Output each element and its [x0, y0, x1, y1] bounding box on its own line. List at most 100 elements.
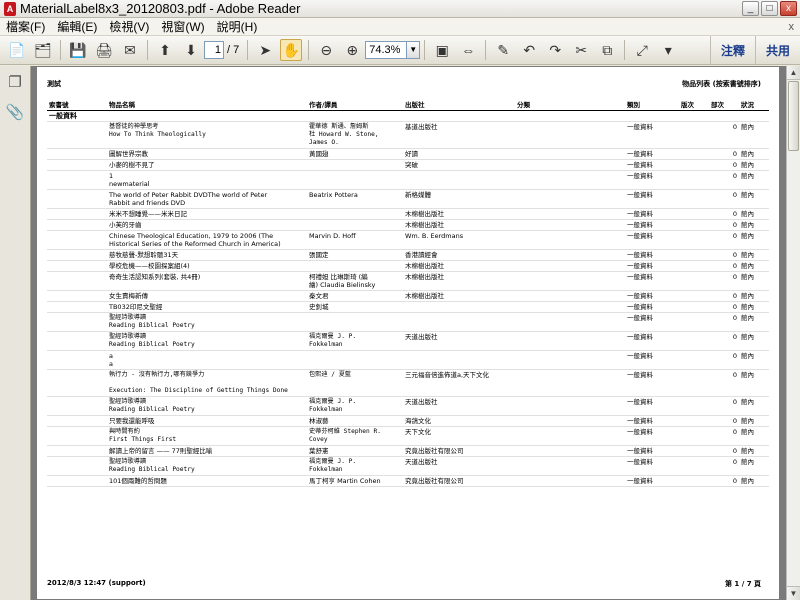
email-icon[interactable]: ✉	[119, 39, 141, 61]
menu-view[interactable]: 檢視(V)	[103, 18, 155, 35]
scroll-up-icon[interactable]: ▲	[787, 66, 800, 80]
publisher-cell: 木棉樹出版社	[403, 260, 515, 272]
page-total: / 7	[227, 44, 240, 56]
menu-file[interactable]: 檔案(F)	[0, 18, 51, 35]
column-header[interactable]: 部次	[709, 100, 739, 111]
edition-cell	[679, 475, 709, 487]
select-tool-icon[interactable]: ➤	[254, 39, 276, 61]
comment-button[interactable]: 注釋	[709, 36, 755, 64]
pages-panel-icon[interactable]: ❐	[4, 72, 26, 94]
publisher-cell	[403, 312, 515, 332]
toolbar-separator	[308, 40, 310, 60]
call-number-cell	[47, 301, 107, 313]
sign-icon[interactable]: ✎	[492, 39, 514, 61]
classification-cell	[515, 249, 625, 261]
author-cell: 福克爾曼 J. P. Fokkelman	[307, 456, 403, 476]
author-cell: 秦文君	[307, 290, 403, 302]
category-cell: 一般資料	[625, 369, 679, 397]
page-number-input[interactable]: 1	[204, 41, 224, 59]
fit-width-icon[interactable]: ⇔	[457, 39, 479, 61]
copies-cell: 0	[709, 208, 739, 220]
author-cell: 張國定	[307, 249, 403, 261]
title-cell: 米米不想睡覺——米米日記	[107, 208, 307, 220]
document-close-icon[interactable]: x	[789, 21, 795, 33]
fullscreen-icon[interactable]: ⤢	[631, 39, 653, 61]
column-header[interactable]: 物品名稱	[107, 100, 307, 111]
edition-cell	[679, 208, 709, 220]
section-row: 一般資料	[47, 110, 769, 122]
attachments-icon[interactable]: 📎	[4, 102, 26, 124]
maximize-button[interactable]: □	[761, 1, 778, 16]
menu-edit[interactable]: 編輯(E)	[51, 18, 103, 35]
edition-cell	[679, 396, 709, 416]
menu-window[interactable]: 視窗(W)	[155, 18, 210, 35]
copies-cell: 0	[709, 189, 739, 209]
close-button[interactable]: x	[780, 1, 797, 16]
classification-cell	[515, 148, 625, 160]
undo-icon[interactable]: ↶	[518, 39, 540, 61]
zoom-out-icon[interactable]: ⊖	[315, 39, 337, 61]
column-header[interactable]: 類別	[625, 100, 679, 111]
edition-cell	[679, 456, 709, 476]
create-pdf-icon[interactable]: 📄	[6, 39, 28, 61]
minimize-button[interactable]: _	[742, 1, 759, 16]
title-cell: 女生賣梅新傳	[107, 290, 307, 302]
hand-tool-icon[interactable]: ✋	[280, 39, 303, 61]
table-row: 小芙的牙齒 木棉樹出版社 一般資料 0 館內	[47, 219, 769, 231]
zoom-level-input[interactable]: 74.3%	[365, 41, 408, 59]
status-cell: 館內	[739, 426, 769, 446]
save-icon[interactable]: 💾	[67, 39, 89, 61]
section-label: 一般資料	[47, 110, 769, 122]
fit-page-icon[interactable]: ▣	[431, 39, 453, 61]
column-header[interactable]: 分類	[515, 100, 625, 111]
status-cell: 館內	[739, 475, 769, 487]
combine-icon[interactable]: 🗂	[32, 39, 54, 61]
edition-cell	[679, 260, 709, 272]
copies-cell: 0	[709, 456, 739, 476]
menu-help[interactable]: 說明(H)	[211, 18, 264, 35]
column-header[interactable]: 狀況	[739, 100, 769, 111]
cut-icon[interactable]: ✂	[570, 39, 592, 61]
classification-cell	[515, 426, 625, 446]
edition-cell	[679, 189, 709, 209]
edition-cell	[679, 331, 709, 351]
edition-cell	[679, 159, 709, 171]
print-icon[interactable]: 🖨	[93, 39, 115, 61]
zoom-in-icon[interactable]: ⊕	[341, 39, 363, 61]
copies-cell: 0	[709, 369, 739, 397]
call-number-cell	[47, 290, 107, 302]
category-cell: 一般資料	[625, 396, 679, 416]
copies-cell: 0	[709, 445, 739, 457]
previous-page-icon[interactable]: ⬆	[154, 39, 176, 61]
toolbar-separator	[147, 40, 148, 60]
redo-icon[interactable]: ↷	[544, 39, 566, 61]
edition-cell	[679, 230, 709, 250]
table-row: Chinese Theological Education, 1979 to 2…	[47, 230, 769, 250]
column-header[interactable]: 版次	[679, 100, 709, 111]
title-cell: TB032印尼文聖經	[107, 301, 307, 313]
share-button[interactable]: 共用	[754, 36, 800, 64]
copies-cell: 0	[709, 415, 739, 427]
publisher-cell: 基道出版社	[403, 121, 515, 149]
column-header[interactable]: 出版社	[403, 100, 515, 111]
title-cell: 聖經詩歌導讀 Reading Biblical Poetry	[107, 331, 307, 351]
report-subtitle: 物品列表 (按索書號排序)	[682, 80, 761, 88]
toolbar-options-icon[interactable]: ▾	[657, 39, 679, 61]
title-cell: 解讀上帝的留言 —— 77則聖經比喻	[107, 445, 307, 457]
call-number-cell	[47, 312, 107, 332]
edition-cell	[679, 170, 709, 190]
copies-cell: 0	[709, 396, 739, 416]
zoom-dropdown-icon[interactable]: ▼	[407, 41, 421, 59]
status-cell: 館內	[739, 148, 769, 160]
next-page-icon[interactable]: ⬇	[180, 39, 202, 61]
table-row: 基督徒的神學思考 How To Think Theologically 霍華德 斯…	[47, 121, 769, 149]
scroll-down-icon[interactable]: ▼	[787, 586, 800, 600]
column-header[interactable]: 索書號	[47, 100, 107, 111]
copy-icon[interactable]: ⧉	[596, 39, 618, 61]
vertical-scrollbar[interactable]: ▲ ▼	[786, 66, 800, 600]
scroll-thumb[interactable]	[788, 81, 799, 151]
column-header[interactable]: 作者/譯員	[307, 100, 403, 111]
publisher-cell: 新格媒體	[403, 189, 515, 209]
publisher-cell: 木棉樹出版社	[403, 219, 515, 231]
title-cell: 慈牧慈聲-默想聆聽31天	[107, 249, 307, 261]
